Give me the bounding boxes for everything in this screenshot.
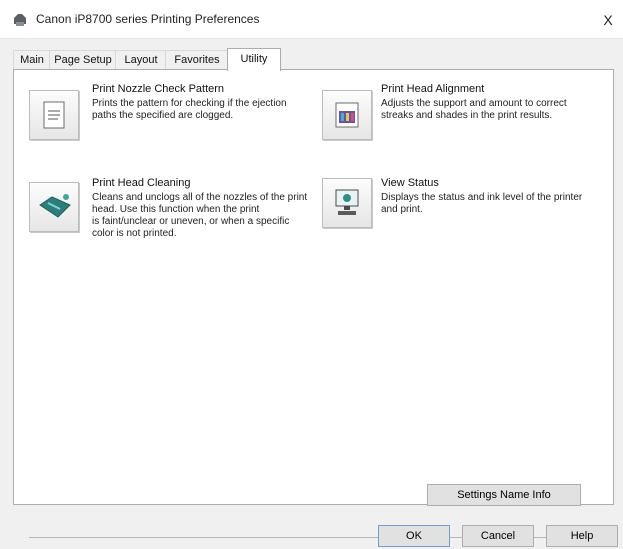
utility-panel: Print Nozzle Check Pattern Prints the pa… xyxy=(13,69,614,538)
window-title: Canon iP8700 series Printing Preferences xyxy=(36,12,260,26)
head-cleaning-button[interactable] xyxy=(29,182,79,232)
desc-line: Prints the pattern for checking if the e… xyxy=(92,98,287,109)
view-status-description: Displays the status and ink level of the… xyxy=(381,192,606,216)
desc-line: Adjusts the support and amount to correc… xyxy=(381,98,567,109)
title-bar: Canon iP8700 series Printing Preferences… xyxy=(0,0,623,39)
tab-favorites[interactable]: Favorites xyxy=(165,50,229,70)
close-button[interactable]: X xyxy=(593,0,623,38)
tab-page-setup[interactable]: Page Setup xyxy=(49,50,117,70)
print-head-alignment-icon xyxy=(335,102,359,128)
desc-line: Cleans and unclogs all of the nozzles of… xyxy=(92,192,308,203)
nozzle-check-description: Prints the pattern for checking if the e… xyxy=(92,98,312,122)
desc-line: paths the specified are clogged. xyxy=(92,110,234,121)
head-alignment-button[interactable] xyxy=(322,90,372,140)
ok-button[interactable]: OK xyxy=(378,525,450,547)
head-cleaning-title[interactable]: Print Head Cleaning xyxy=(92,177,190,189)
tab-utility[interactable]: Utility xyxy=(227,48,281,71)
head-alignment-description: Adjusts the support and amount to correc… xyxy=(381,98,611,122)
desc-line: color is not printed. xyxy=(92,228,177,239)
print-head-cleaning-icon xyxy=(39,194,71,218)
printer-app-icon xyxy=(14,14,26,26)
desc-line: head. Use this function when the print xyxy=(92,204,260,215)
tab-main[interactable]: Main xyxy=(13,50,51,70)
desc-line: Displays the status and ink level of the… xyxy=(381,192,583,203)
head-cleaning-description: Cleans and unclogs all of the nozzles of… xyxy=(92,192,327,240)
head-alignment-title[interactable]: Print Head Alignment xyxy=(381,83,484,95)
printer-status-icon xyxy=(335,189,359,215)
close-icon: X xyxy=(603,12,613,28)
desc-line: streaks and shades in the print results. xyxy=(381,110,553,121)
nozzle-check-title[interactable]: Print Nozzle Check Pattern xyxy=(92,83,224,95)
desc-line: is faint/unclear or uneven, or when a sp… xyxy=(92,216,290,227)
nozzle-check-button[interactable] xyxy=(29,90,79,140)
nozzle-check-icon xyxy=(43,101,65,129)
help-button[interactable]: Help xyxy=(546,525,618,547)
tab-layout[interactable]: Layout xyxy=(115,50,167,70)
desc-line: and print. xyxy=(381,204,423,215)
cancel-button[interactable]: Cancel xyxy=(462,525,534,547)
settings-name-info-button[interactable]: Settings Name Info xyxy=(427,484,581,506)
view-status-title[interactable]: View Status xyxy=(381,177,439,189)
view-status-button[interactable] xyxy=(322,178,372,228)
